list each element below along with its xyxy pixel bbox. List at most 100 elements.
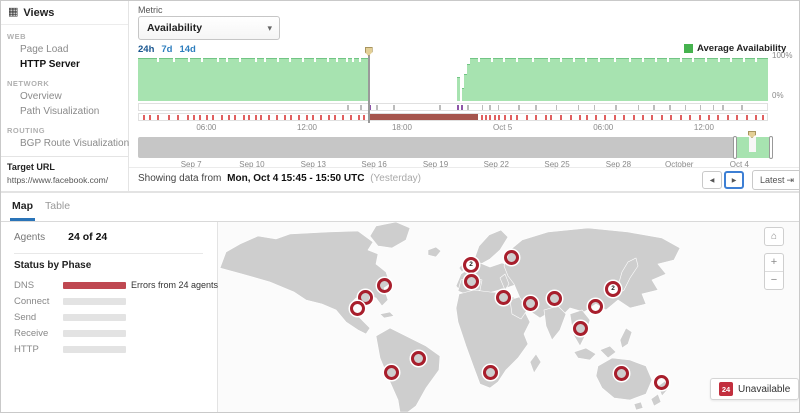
time-range-14d[interactable]: 14d [179,44,195,55]
error-tick [168,115,170,120]
divider [129,167,800,168]
error-strip[interactable] [138,113,768,121]
sidebar-section-label: ROUTING [1,126,128,135]
error-tick [623,115,625,120]
availability-notch [516,58,518,62]
map-marker[interactable] [573,321,588,336]
prev-icon: ◀ [710,177,715,184]
event-tick [393,105,395,110]
time-range-24h[interactable]: 24h [138,44,154,55]
map-marker[interactable] [547,291,562,306]
app-window: ▦ Views WEBPage LoadHTTP ServerNETWORKOv… [0,0,800,413]
map-marker[interactable]: 2 [605,281,621,297]
phase-row: DNSErrors from 24 agents [14,278,211,294]
chevron-down-icon: ▾ [267,17,272,39]
error-tick [550,115,552,120]
event-tick [722,105,724,110]
sidebar-item-http-server[interactable]: HTTP Server [1,57,128,72]
brush-handle-left[interactable] [733,136,737,159]
error-tick [234,115,236,120]
sidebar-item-overview[interactable]: Overview [1,89,128,104]
map-marker[interactable] [483,365,498,380]
availability-notch [478,58,480,62]
time-range-links: 24h 7d 14d [138,44,203,55]
error-tick [268,115,270,120]
map-marker[interactable] [350,301,365,316]
prev-round-button[interactable]: ◀ [702,171,722,189]
error-tick [363,115,365,120]
error-tick [717,115,719,120]
map-marker[interactable] [496,290,511,305]
error-tick [670,115,672,120]
availability-notch [359,58,361,62]
brush-handle-right[interactable] [769,136,773,159]
error-tick [334,115,336,120]
map-marker[interactable] [614,366,629,381]
phase-error-note: Errors from 24 agents [131,280,218,290]
error-tick [661,115,663,120]
map-marker[interactable] [377,278,392,293]
metric-dropdown[interactable]: Availability ▾ [138,16,280,40]
availability-notch [692,58,694,62]
time-cursor[interactable] [368,47,370,123]
showing-data-status: Showing data from Mon, Oct 4 15:45 - 15:… [138,173,421,184]
y-axis-tick-0: 0% [772,91,784,100]
availability-notch [614,58,616,62]
map-marker[interactable]: 2 [463,257,479,273]
error-tick [586,115,588,120]
map-marker[interactable] [411,351,426,366]
error-tick [604,115,606,120]
sidebar-section-label: NETWORK [1,79,128,88]
zoom-in-button[interactable]: + [765,254,783,272]
error-tick [320,115,322,120]
views-header: ▦ Views [1,1,128,25]
availability-notch [314,58,316,62]
error-tick [560,115,562,120]
next-round-button[interactable]: ▶ [724,171,744,189]
tab-map[interactable]: Map [10,200,35,221]
map-marker[interactable] [504,250,519,265]
map-marker[interactable] [654,375,669,390]
sidebar-item-path-visualization[interactable]: Path Visualization [1,104,128,119]
x-tick-label: 18:00 [392,123,412,132]
agents-label: Agents [14,232,45,243]
tab-table[interactable]: Table [43,200,72,221]
outage-bar [369,114,478,120]
time-range-7d[interactable]: 7d [161,44,172,55]
sidebar-item-page-load[interactable]: Page Load [1,42,128,57]
y-axis-tick-100: 100% [772,51,792,60]
time-cursor-handle[interactable] [365,47,373,56]
next-icon: ▶ [732,177,737,184]
timeline-brush[interactable] [138,137,771,158]
x-tick-label: 12:00 [694,123,714,132]
error-tick [187,115,189,120]
event-tick [347,105,349,110]
error-tick [699,115,701,120]
latest-button[interactable]: Latest ⇥ [752,170,800,190]
views-grid-icon: ▦ [8,7,18,18]
error-tick [228,115,230,120]
map-marker[interactable] [523,296,538,311]
x-tick-label: Oct 5 [493,123,512,132]
agents-row[interactable]: Agents24 of 24 [14,231,107,243]
map-marker[interactable] [588,299,603,314]
event-tick [669,105,671,110]
error-tick [510,115,512,120]
map-home-button[interactable]: ⌂ [764,227,784,246]
availability-plot[interactable] [138,57,768,101]
error-tick [545,115,547,120]
unavailable-count-badge: 24 [719,382,733,396]
world-map[interactable]: 22 ⌂ + − 24 Unavailable [218,222,800,413]
zoom-out-button[interactable]: − [765,272,783,290]
availability-notch [239,58,241,62]
map-zoom-controls: + − [764,253,784,290]
availability-notch [743,58,745,62]
event-strip[interactable] [138,103,768,111]
sidebar-item-bgp-route-visualization[interactable]: BGP Route Visualization [1,136,128,151]
availability-notch [302,58,304,62]
availability-notch [680,58,682,62]
x-tick-label: 06:00 [593,123,613,132]
map-marker[interactable] [464,274,479,289]
showing-range: Mon, Oct 4 15:45 - 15:50 UTC [227,173,364,184]
map-marker[interactable] [384,365,399,380]
